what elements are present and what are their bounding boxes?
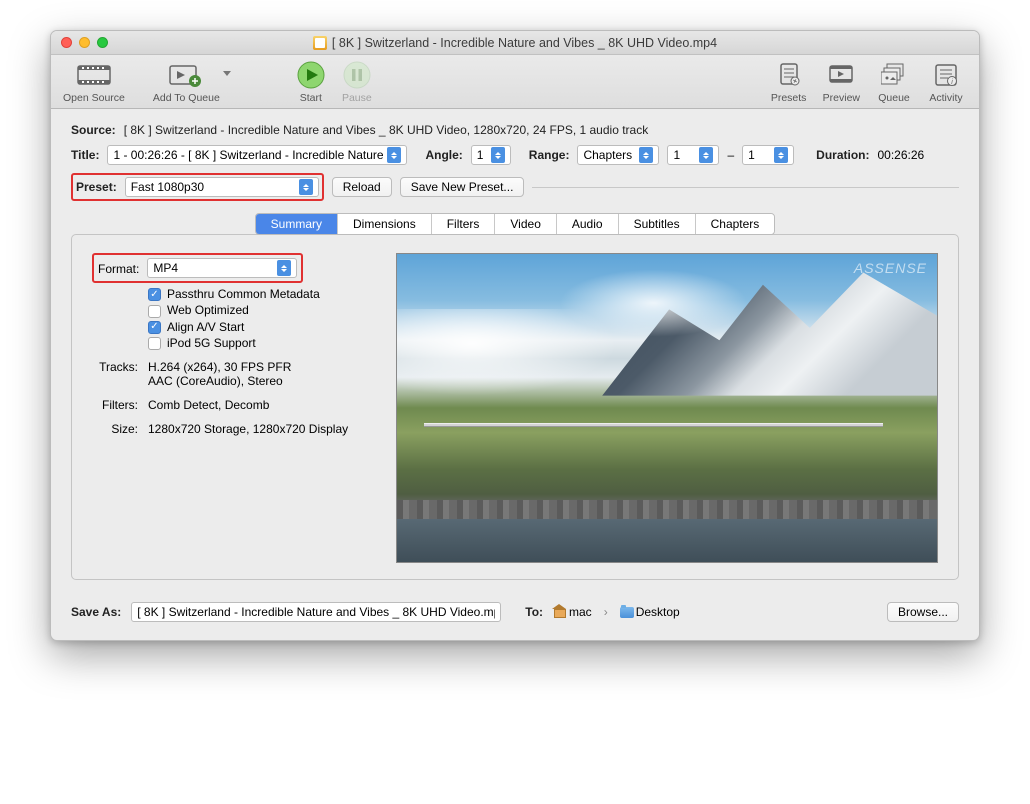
chevron-down-icon [299,179,313,195]
path-home[interactable]: mac [553,605,592,619]
watermark: ASSENSE [854,260,927,276]
presets-icon [771,61,807,89]
preview-icon [823,61,859,89]
preview-button[interactable]: Preview [823,61,860,104]
folder-icon [620,607,634,618]
preset-label: Preset: [76,180,117,194]
browse-button[interactable]: Browse... [887,602,959,622]
range-to-select[interactable]: 1 [742,145,794,165]
titlebar: [ 8K ] Switzerland - Incredible Nature a… [51,31,979,55]
reload-button[interactable]: Reload [332,177,392,197]
window-title: [ 8K ] Switzerland - Incredible Nature a… [51,36,979,50]
angle-select[interactable]: 1 [471,145,511,165]
size-label: Size: [92,422,138,436]
tab-chapters[interactable]: Chapters [696,214,775,234]
size-value: 1280x720 Storage, 1280x720 Display [148,422,348,436]
tabs: Summary Dimensions Filters Video Audio S… [255,213,776,235]
filters-label: Filters: [92,398,138,412]
activity-icon: i [928,61,964,89]
format-highlight: Format: MP4 [92,253,303,283]
chevron-down-icon [387,147,401,163]
range-dash: – [727,148,734,162]
ipod-label: iPod 5G Support [167,336,256,350]
activity-button[interactable]: i Activity [928,61,964,104]
format-select[interactable]: MP4 [147,258,297,278]
preset-select[interactable]: Fast 1080p30 [125,177,319,197]
preview-image: ASSENSE [396,253,938,563]
pause-icon [339,61,375,89]
save-as-field[interactable]: [ 8K ] Switzerland - Incredible Nature a… [131,602,501,622]
to-label: To: [525,605,543,619]
divider [532,187,959,188]
range-type-select[interactable]: Chapters [577,145,659,165]
tab-dimensions[interactable]: Dimensions [338,214,432,234]
source-label: Source: [71,123,116,137]
title-label: Title: [71,148,99,162]
app-window: [ 8K ] Switzerland - Incredible Nature a… [50,30,980,641]
queue-icon [876,61,912,89]
save-preset-button[interactable]: Save New Preset... [400,177,525,197]
summary-panel: Format: MP4 Passthru Common Metadata Web… [71,234,959,580]
pause-button[interactable]: Pause [339,61,375,104]
document-icon [313,36,327,50]
range-label: Range: [529,148,570,162]
passthru-label: Passthru Common Metadata [167,287,320,301]
filters-value: Comb Detect, Decomb [148,398,269,412]
chevron-down-icon [639,147,653,163]
play-icon [293,61,329,89]
web-optimized-label: Web Optimized [167,303,249,317]
preview-area: ASSENSE [396,253,938,563]
tracks-line1: H.264 (x264), 30 FPS PFR [148,360,291,374]
tracks-label: Tracks: [92,360,138,388]
chevron-down-icon [774,147,788,163]
chevron-down-icon[interactable] [223,71,233,81]
path-folder[interactable]: Desktop [620,605,680,619]
open-source-button[interactable]: Open Source [63,61,125,104]
title-select[interactable]: 1 - 00:26:26 - [ 8K ] Switzerland - Incr… [107,145,407,165]
align-av-label: Align A/V Start [167,320,244,334]
chevron-down-icon [699,147,713,163]
source-value: [ 8K ] Switzerland - Incredible Nature a… [124,123,649,137]
chevron-down-icon [491,147,505,163]
format-label: Format: [98,260,139,276]
tracks-line2: AAC (CoreAudio), Stereo [148,374,291,388]
web-optimized-checkbox[interactable] [148,305,161,318]
start-button[interactable]: Start [293,61,329,104]
tab-video[interactable]: Video [495,214,556,234]
preset-highlight: Preset: Fast 1080p30 [71,173,324,201]
add-to-queue-button[interactable]: Add To Queue [153,61,220,104]
presets-button[interactable]: Presets [771,61,807,104]
range-from-select[interactable]: 1 [667,145,719,165]
film-icon [76,61,112,89]
ipod-checkbox[interactable] [148,337,161,350]
tab-audio[interactable]: Audio [557,214,619,234]
chevron-right-icon: › [604,605,608,619]
tab-summary[interactable]: Summary [256,214,338,234]
queue-button[interactable]: Queue [876,61,912,104]
passthru-checkbox[interactable] [148,288,161,301]
toolbar: Open Source Add To Queue Start [51,55,979,109]
tab-subtitles[interactable]: Subtitles [619,214,696,234]
align-av-checkbox[interactable] [148,321,161,334]
queue-add-icon [168,61,204,89]
home-icon [553,606,567,618]
save-as-label: Save As: [71,605,121,619]
chevron-down-icon [277,260,291,276]
duration-value: 00:26:26 [877,148,924,162]
tab-filters[interactable]: Filters [432,214,496,234]
duration-label: Duration: [816,148,869,162]
angle-label: Angle: [425,148,462,162]
